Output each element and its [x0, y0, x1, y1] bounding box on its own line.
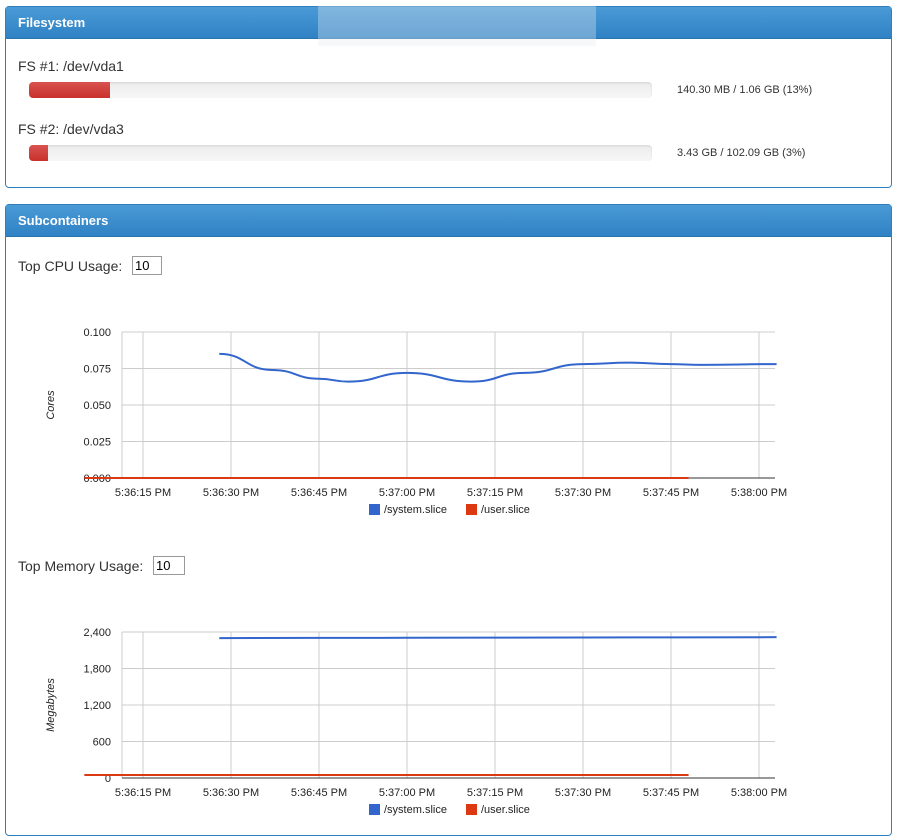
x-tick-label: 5:37:30 PM	[555, 487, 611, 499]
legend-swatch	[466, 804, 477, 815]
x-tick-label: 5:36:15 PM	[115, 487, 171, 499]
y-tick-label: 1,200	[83, 700, 111, 712]
legend-label: /system.slice	[384, 504, 447, 516]
x-tick-label: 5:36:30 PM	[203, 787, 259, 799]
series-line-system-slice	[219, 636, 777, 640]
y-axis-title: Megabytes	[45, 678, 57, 732]
legend-swatch	[466, 504, 477, 515]
y-tick-label: 2,400	[83, 627, 111, 639]
top-memory-input[interactable]	[153, 556, 185, 575]
fs-2-usage-fill	[29, 145, 48, 161]
y-axis-title: Cores	[45, 390, 57, 420]
subcontainers-panel: Subcontainers Top CPU Usage: 0.0000.0250…	[5, 204, 892, 836]
fs-2-usage-bar	[29, 145, 652, 161]
memory-usage-chart: 06001,2001,8002,4005:36:15 PM 5:36:30 PM 5…	[45, 627, 787, 816]
y-tick-label: 0.075	[83, 364, 111, 376]
legend-label: /system.slice	[384, 804, 447, 816]
x-tick-label: 5:37:00 PM	[379, 487, 435, 499]
x-tick-label: 5:37:30 PM	[555, 787, 611, 799]
x-tick-label: 5:36:45 PM	[291, 787, 347, 799]
x-tick-label: 5:37:15 PM	[467, 487, 523, 499]
fs-2-label: FS #2: /dev/vda3	[18, 121, 124, 137]
fs-2-usage-text: 3.43 GB / 102.09 GB (3%)	[677, 147, 806, 159]
fs-1-label: FS #1: /dev/vda1	[18, 58, 124, 74]
x-tick-label: 5:36:45 PM	[291, 487, 347, 499]
x-tick-label: 5:38:00 PM	[731, 787, 787, 799]
top-memory-label: Top Memory Usage:	[18, 558, 144, 574]
faded-overlay	[318, 6, 596, 46]
y-tick-label: 1,800	[83, 664, 111, 676]
x-tick-label: 5:36:30 PM	[203, 487, 259, 499]
fs-1-usage-bar	[29, 82, 652, 98]
y-tick-label: 600	[93, 737, 111, 749]
cpu-usage-chart: 0.0000.0250.0500.0750.1005:36:15 PM 5:36:…	[45, 327, 787, 516]
series-line-system-slice	[219, 352, 777, 383]
legend-swatch	[369, 504, 380, 515]
x-tick-label: 5:37:45 PM	[643, 787, 699, 799]
y-tick-label: 0.100	[83, 327, 111, 339]
legend-swatch	[369, 804, 380, 815]
y-tick-label: 0.025	[83, 437, 111, 449]
subcontainers-heading: Subcontainers	[6, 205, 891, 237]
x-tick-label: 5:37:45 PM	[643, 487, 699, 499]
top-cpu-input[interactable]	[132, 256, 162, 275]
y-tick-label: 0.050	[83, 400, 111, 412]
fs-1-usage-text: 140.30 MB / 1.06 GB (13%)	[677, 84, 813, 96]
x-tick-label: 5:38:00 PM	[731, 487, 787, 499]
x-tick-label: 5:37:00 PM	[379, 787, 435, 799]
top-cpu-label: Top CPU Usage:	[18, 258, 123, 274]
fs-1-usage-fill	[29, 82, 110, 98]
legend-label: /user.slice	[481, 504, 530, 516]
x-tick-label: 5:36:15 PM	[115, 787, 171, 799]
x-tick-label: 5:37:15 PM	[467, 787, 523, 799]
legend-label: /user.slice	[481, 804, 530, 816]
